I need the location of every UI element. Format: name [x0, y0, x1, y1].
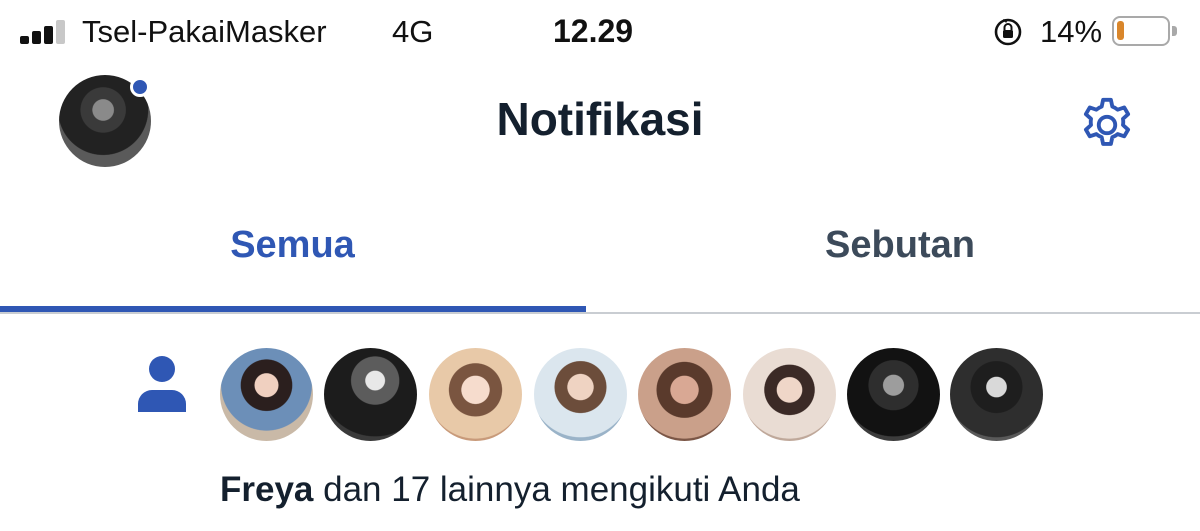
follower-avatar[interactable] [847, 348, 940, 441]
follower-avatar[interactable] [324, 348, 417, 441]
follower-avatar[interactable] [638, 348, 731, 441]
person-icon [138, 356, 186, 412]
notification-actor: Freya [220, 470, 314, 509]
cellular-signal-icon [20, 18, 70, 44]
rotation-lock-icon [994, 18, 1022, 46]
follower-avatar[interactable] [220, 348, 313, 441]
follower-avatar[interactable] [743, 348, 836, 441]
status-time: 12.29 [553, 13, 634, 49]
tab-sebutan[interactable]: Sebutan [600, 224, 1200, 267]
page-title: Notifikasi [496, 93, 704, 145]
follower-avatar[interactable] [429, 348, 522, 441]
tab-semua[interactable]: Semua [0, 224, 585, 267]
status-bar: Tsel-PakaiMasker 4G 12.29 14% [0, 0, 1200, 62]
notification-message: dan 17 lainnya mengikuti Anda [313, 470, 800, 509]
network-type: 4G [392, 14, 434, 49]
follower-avatar[interactable] [534, 348, 627, 441]
battery-icon [1112, 16, 1177, 46]
settings-gear-icon[interactable] [1074, 94, 1140, 156]
tab-divider [0, 312, 1200, 314]
battery-level-fill [1117, 21, 1124, 40]
carrier-name: Tsel-PakaiMasker [82, 14, 327, 49]
follower-avatar[interactable] [950, 348, 1043, 441]
battery-percentage: 14% [1040, 14, 1103, 49]
notification-text[interactable]: Freya dan 17 lainnya mengikuti Anda [220, 470, 800, 510]
